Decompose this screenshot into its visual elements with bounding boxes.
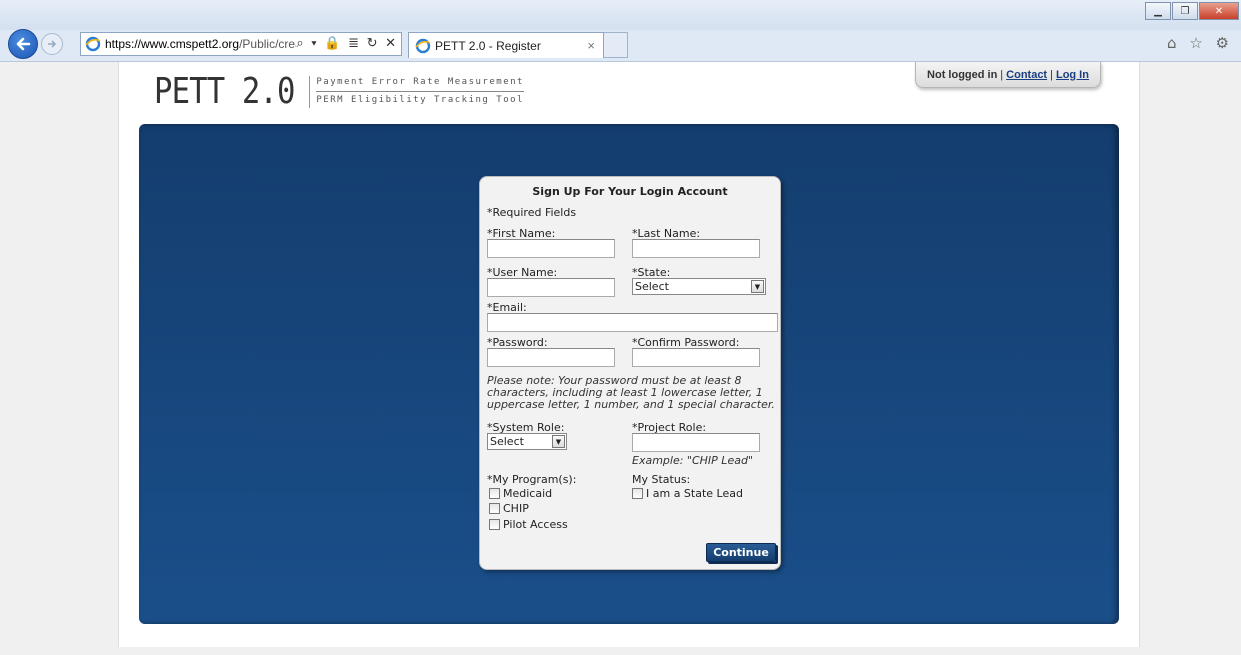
required-note: *Required Fields — [487, 206, 577, 219]
chip-checkbox[interactable] — [489, 503, 500, 514]
separator: | — [1000, 68, 1004, 81]
program-pilot-access[interactable]: Pilot Access — [489, 518, 568, 531]
chip-label: CHIP — [503, 502, 529, 515]
program-chip[interactable]: CHIP — [489, 502, 529, 515]
state-select[interactable]: Select ▼ — [632, 278, 766, 295]
logo-text: PETT 2.0 — [154, 71, 295, 112]
tab-register[interactable]: PETT 2.0 - Register × — [408, 32, 604, 58]
medicaid-label: Medicaid — [503, 487, 553, 500]
forward-button[interactable] — [41, 33, 63, 55]
dropdown-arrow-icon: ▼ — [552, 435, 565, 448]
confirm-password-input[interactable] — [632, 348, 760, 367]
medicaid-checkbox[interactable] — [489, 488, 500, 499]
login-status-text: Not logged in — [927, 68, 998, 81]
user-name-input[interactable] — [487, 278, 615, 297]
url-host: https://www.cmspett2.org — [105, 37, 240, 51]
forward-arrow-icon — [48, 40, 57, 48]
login-status-tab: Not logged in | Contact | Log In — [915, 62, 1101, 88]
page: PETT 2.0 Payment Error Rate Measurement … — [118, 62, 1140, 647]
state-select-value: Select — [635, 280, 669, 293]
logo-subtitle: Payment Error Rate Measurement PERM Elig… — [316, 74, 524, 109]
password-input[interactable] — [487, 348, 615, 367]
new-tab-button[interactable] — [604, 32, 628, 58]
title-bar — [0, 0, 1241, 30]
project-role-input[interactable] — [632, 433, 760, 452]
login-link[interactable]: Log In — [1056, 69, 1089, 81]
system-role-select-value: Select — [490, 435, 524, 448]
project-role-example: Example: "CHIP Lead" — [632, 454, 753, 467]
state-lead-label: I am a State Lead — [646, 487, 743, 500]
ie-page-icon — [85, 36, 101, 52]
close-window-button[interactable]: ✕ — [1199, 2, 1239, 20]
tab-close-icon[interactable]: × — [587, 38, 595, 53]
address-tools-icons[interactable]: ⌕ ▾ 🔒 ≣ ↻ ✕ — [296, 35, 398, 51]
tab-title: PETT 2.0 - Register — [435, 38, 541, 53]
window-controls: ▁ ❐ ✕ — [1144, 2, 1239, 20]
last-name-input[interactable] — [632, 239, 760, 258]
toolbar-icons[interactable]: ⌂ ☆ ⚙ — [1167, 34, 1233, 52]
system-role-select[interactable]: Select ▼ — [487, 433, 567, 450]
state-lead-option[interactable]: I am a State Lead — [632, 487, 743, 500]
programs-label: *My Program(s): — [487, 473, 577, 486]
ie-tab-icon — [415, 38, 431, 53]
back-button[interactable] — [8, 29, 38, 59]
logo-line-1: Payment Error Rate Measurement — [316, 74, 524, 92]
continue-button[interactable]: Continue — [706, 543, 776, 562]
password-note: Please note: Your password must be at le… — [487, 374, 775, 411]
dropdown-arrow-icon: ▼ — [751, 280, 764, 293]
state-lead-checkbox[interactable] — [632, 488, 643, 499]
address-bar[interactable]: https://www.cmspett2.org/Public/creat ⌕ … — [80, 32, 402, 56]
status-label: My Status: — [632, 473, 691, 486]
pilot-access-checkbox[interactable] — [489, 519, 500, 530]
logo-divider — [309, 76, 311, 108]
browser-chrome: ▁ ❐ ✕ https://www.cmspett2.org/Public/cr… — [0, 0, 1241, 62]
signup-form: Sign Up For Your Login Account *Required… — [479, 176, 781, 570]
url-path: /Public/creat — [239, 37, 306, 51]
logo-line-2: PERM Eligibility Tracking Tool — [316, 95, 524, 105]
site-logo: PETT 2.0 Payment Error Rate Measurement … — [154, 72, 524, 112]
separator: | — [1050, 68, 1053, 81]
restore-button[interactable]: ❐ — [1172, 2, 1198, 20]
minimize-button[interactable]: ▁ — [1145, 2, 1171, 20]
program-medicaid[interactable]: Medicaid — [489, 487, 552, 500]
first-name-input[interactable] — [487, 239, 615, 258]
pilot-access-label: Pilot Access — [503, 518, 568, 531]
back-arrow-icon — [16, 37, 31, 51]
email-input[interactable] — [487, 313, 778, 332]
form-title: Sign Up For Your Login Account — [532, 185, 728, 198]
contact-link[interactable]: Contact — [1006, 69, 1047, 81]
